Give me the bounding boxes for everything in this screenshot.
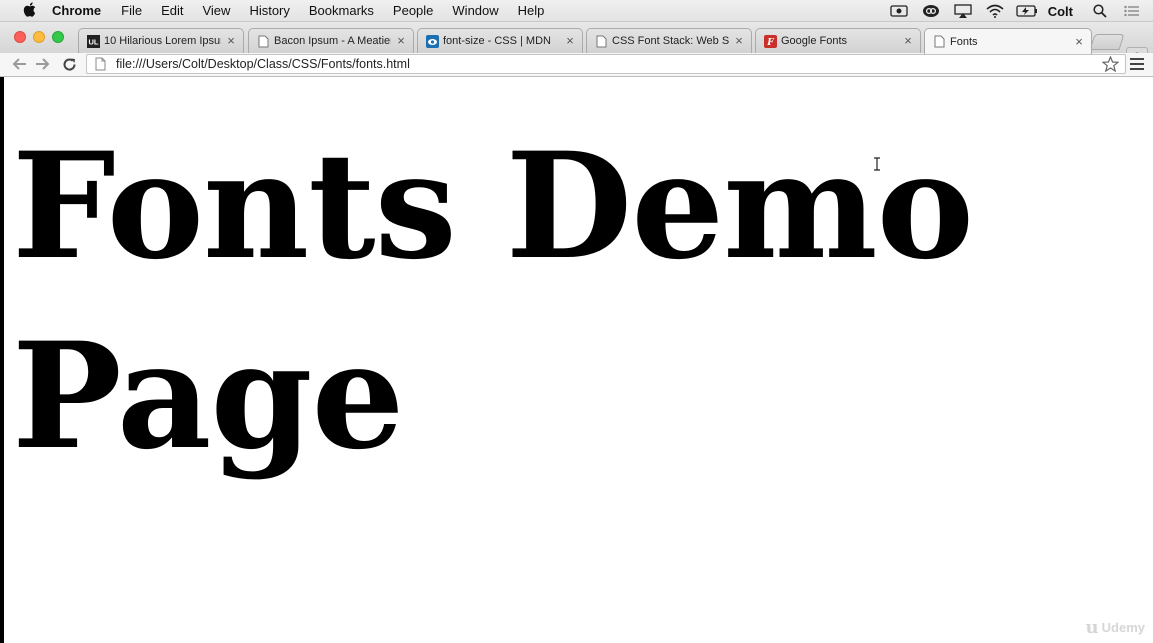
menubar-user-name[interactable]: Colt <box>1048 4 1073 19</box>
menu-edit[interactable]: Edit <box>161 3 183 18</box>
tab-close-icon[interactable]: × <box>564 33 576 48</box>
window-maximize-button[interactable] <box>52 31 64 43</box>
udemy-logo-icon: u <box>1085 617 1099 638</box>
page-heading: Fonts Demo Page <box>12 121 974 482</box>
screen-record-icon[interactable] <box>888 4 910 18</box>
svg-text:F: F <box>766 38 774 48</box>
page-icon <box>257 35 270 48</box>
back-arrow-icon[interactable] <box>9 55 29 73</box>
battery-icon[interactable] <box>1016 4 1038 18</box>
menu-bookmarks[interactable]: Bookmarks <box>309 3 374 18</box>
udemy-watermark: u Udemy <box>1086 617 1145 638</box>
tab-title: Bacon Ipsum - A Meatier <box>274 35 391 47</box>
page-icon <box>595 35 608 48</box>
reload-icon[interactable] <box>59 55 79 73</box>
tab-close-icon[interactable]: × <box>395 33 407 48</box>
window-minimize-button[interactable] <box>33 31 45 43</box>
tab-css-font-stack[interactable]: CSS Font Stack: Web Saf × <box>586 28 752 53</box>
menu-app-chrome[interactable]: Chrome <box>52 3 101 18</box>
window-close-button[interactable] <box>14 31 26 43</box>
tab-bacon-ipsum[interactable]: Bacon Ipsum - A Meatier × <box>248 28 414 53</box>
menu-window[interactable]: Window <box>452 3 498 18</box>
ul-logo-icon: UL <box>87 34 100 48</box>
bookmark-star-icon[interactable] <box>1101 55 1120 73</box>
notification-center-icon[interactable] <box>1121 4 1143 18</box>
menubar-status-area: Colt <box>888 0 1153 22</box>
new-tab-button[interactable] <box>1089 34 1125 50</box>
tab-title: CSS Font Stack: Web Saf <box>612 35 729 47</box>
forward-arrow-icon[interactable] <box>33 55 53 73</box>
tab-close-icon[interactable]: × <box>1073 34 1085 49</box>
tab-title: font-size - CSS | MDN <box>443 35 551 47</box>
text-cursor-icon <box>872 157 882 171</box>
tab-title: Google Fonts <box>781 35 848 47</box>
address-bar[interactable]: file:///Users/Colt/Desktop/Class/CSS/Fon… <box>86 54 1126 74</box>
browser-tabstrip: UL 10 Hilarious Lorem Ipsum × Bacon Ipsu… <box>0 22 1153 67</box>
menu-view[interactable]: View <box>202 3 230 18</box>
menu-help[interactable]: Help <box>518 3 545 18</box>
creative-cloud-icon[interactable] <box>920 4 942 18</box>
tab-title: Fonts <box>950 35 978 48</box>
tab-close-icon[interactable]: × <box>225 33 237 48</box>
tab-close-icon[interactable]: × <box>733 33 745 48</box>
wifi-icon[interactable] <box>984 4 1006 18</box>
address-bar-url: file:///Users/Colt/Desktop/Class/CSS/Fon… <box>116 57 410 71</box>
tab-fonts-active[interactable]: Fonts × <box>924 28 1092 54</box>
tab-google-fonts[interactable]: F Google Fonts × <box>755 28 921 53</box>
spotlight-search-icon[interactable] <box>1089 4 1111 18</box>
google-fonts-icon: F <box>764 34 777 48</box>
watermark-text: Udemy <box>1101 620 1145 635</box>
page-icon <box>933 35 946 48</box>
menu-file[interactable]: File <box>121 3 142 18</box>
browser-toolbar: file:///Users/Colt/Desktop/Class/CSS/Fon… <box>0 53 1153 77</box>
tab-mdn-font-size[interactable]: font-size - CSS | MDN × <box>417 28 583 53</box>
tab-lorem-ipsum[interactable]: UL 10 Hilarious Lorem Ipsum × <box>78 28 244 53</box>
tab-title: 10 Hilarious Lorem Ipsum <box>104 35 221 47</box>
ul-logo-text: UL <box>89 37 99 46</box>
macos-menubar: Chrome File Edit View History Bookmarks … <box>0 0 1153 22</box>
menu-people[interactable]: People <box>393 3 433 18</box>
tab-close-icon[interactable]: × <box>902 33 914 48</box>
page-icon <box>93 57 107 71</box>
apple-menu-icon[interactable] <box>20 1 38 20</box>
airplay-icon[interactable] <box>952 4 974 18</box>
menu-history[interactable]: History <box>249 3 289 18</box>
mdn-icon <box>426 34 439 48</box>
chrome-menu-icon[interactable] <box>1130 56 1146 72</box>
window-left-edge <box>0 77 4 643</box>
